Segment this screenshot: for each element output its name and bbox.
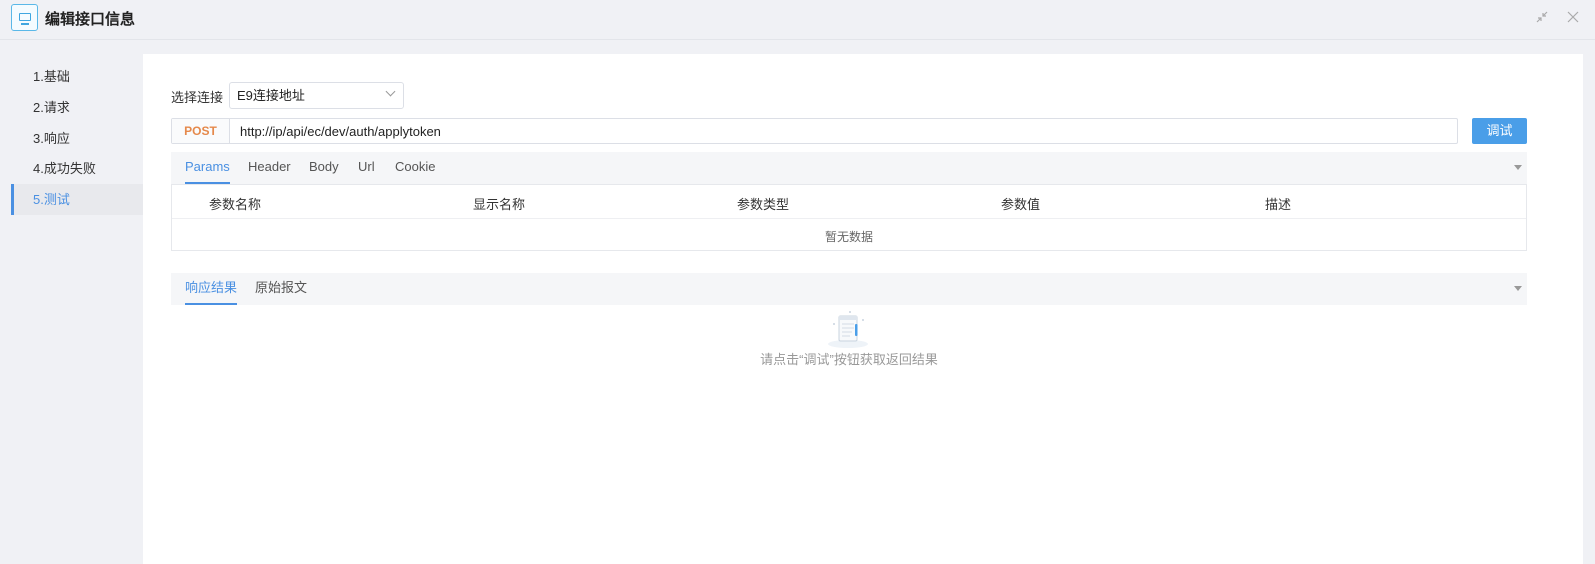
connection-label: 选择连接 xyxy=(171,90,224,105)
tab-response-result[interactable]: 响应结果 xyxy=(185,273,238,305)
empty-table-text: 暂无数据 xyxy=(824,230,873,244)
tab-params[interactable]: Params xyxy=(185,152,230,184)
window-title: 编辑接口信息 xyxy=(45,11,136,28)
tab-cookie[interactable]: Cookie xyxy=(395,152,435,184)
tab-raw-message[interactable]: 原始报文 xyxy=(255,273,307,305)
column-header: 参数类型 xyxy=(737,197,790,212)
url-bar: POST xyxy=(171,118,1458,144)
sidebar-item-test[interactable]: 5.测试 xyxy=(11,184,143,215)
table-header-row: 参数名称 显示名称 参数类型 参数值 描述 xyxy=(172,185,1526,219)
column-header: 参数名称 xyxy=(209,197,262,212)
column-header: 显示名称 xyxy=(473,197,526,212)
sidebar-nav: 1.基础 2.请求 3.响应 4.成功失败 5.测试 xyxy=(0,41,143,564)
http-method-badge[interactable]: POST xyxy=(172,119,230,143)
caret-down-icon[interactable] xyxy=(1514,165,1522,170)
sidebar-item-success-failure[interactable]: 4.成功失败 xyxy=(11,153,143,184)
title-bar: 编辑接口信息 xyxy=(0,0,1595,40)
shrink-icon[interactable] xyxy=(1534,10,1550,26)
monitor-icon xyxy=(11,4,38,31)
caret-down-icon[interactable] xyxy=(1514,286,1522,291)
empty-state-illustration-icon xyxy=(826,310,870,350)
main-panel: 选择连接 E9连接地址 POST 调试 Params Header Body U… xyxy=(143,54,1583,564)
column-header: 描述 xyxy=(1265,197,1292,212)
debug-button[interactable]: 调试 xyxy=(1472,118,1527,144)
chevron-down-icon xyxy=(385,86,396,97)
url-input[interactable] xyxy=(232,119,1452,143)
params-table: 参数名称 显示名称 参数类型 参数值 描述 暂无数据 xyxy=(171,184,1527,251)
close-icon[interactable] xyxy=(1565,10,1581,26)
sidebar-item-basic[interactable]: 1.基础 xyxy=(11,61,143,92)
sidebar-item-request[interactable]: 2.请求 xyxy=(11,92,143,123)
connection-selected-value: E9连接地址 xyxy=(237,88,305,103)
response-hint-text: 请点击“调试”按钮获取返回结果 xyxy=(760,352,938,367)
column-header: 参数值 xyxy=(1001,197,1041,212)
tab-body[interactable]: Body xyxy=(309,152,339,184)
connection-select[interactable]: E9连接地址 xyxy=(229,82,404,109)
params-tab-bar: Params Header Body Url Cookie xyxy=(171,152,1527,184)
response-tab-bar: 响应结果 原始报文 xyxy=(171,273,1527,305)
tab-url[interactable]: Url xyxy=(358,152,375,184)
sidebar-item-response[interactable]: 3.响应 xyxy=(11,123,143,154)
tab-header[interactable]: Header xyxy=(248,152,291,184)
